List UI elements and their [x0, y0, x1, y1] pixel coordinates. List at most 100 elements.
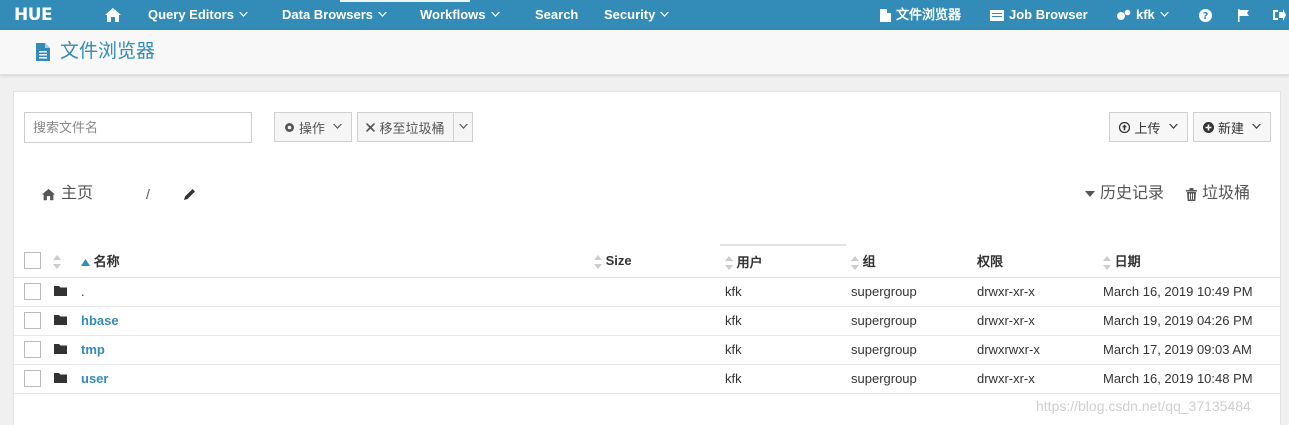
- chevron-down-icon: [238, 12, 248, 17]
- row-checkbox-cell[interactable]: [14, 335, 41, 365]
- file-date: March 17, 2019 09:03 AM: [1098, 335, 1280, 365]
- folder-icon: [54, 286, 67, 296]
- file-user: kfk: [720, 364, 846, 394]
- breadcrumb-root[interactable]: /: [146, 183, 150, 205]
- nav-query-editors[interactable]: Query Editors: [148, 0, 248, 30]
- top-navbar: HUE Query Editors Data Browsers Workflow…: [0, 0, 1289, 30]
- folder-icon: [54, 315, 67, 325]
- home-icon[interactable]: [104, 0, 122, 30]
- file-size: [594, 364, 720, 394]
- table-row[interactable]: . kfk supergroup drwxr-xr-x March 16, 20…: [14, 277, 1280, 307]
- file-link[interactable]: user: [81, 371, 108, 386]
- trash-icon: [1186, 187, 1197, 201]
- row-checkbox-cell[interactable]: [14, 277, 41, 307]
- row-checkbox[interactable]: [24, 312, 41, 330]
- nav-data-browsers[interactable]: Data Browsers: [282, 0, 388, 30]
- file-name[interactable]: user: [81, 364, 594, 394]
- history-link[interactable]: 历史记录: [1085, 183, 1164, 205]
- sort-ascending-icon: [81, 259, 90, 267]
- actions-button[interactable]: 操作: [274, 112, 352, 142]
- file-text-icon: [36, 43, 50, 61]
- file-name[interactable]: hbase: [81, 306, 594, 336]
- logout-icon[interactable]: [1273, 0, 1286, 30]
- row-checkbox[interactable]: [24, 370, 41, 388]
- file-name[interactable]: tmp: [81, 335, 594, 365]
- file-link[interactable]: hbase: [81, 313, 119, 328]
- chevron-down-icon: [378, 12, 388, 17]
- file-user: kfk: [720, 306, 846, 336]
- move-to-trash-button[interactable]: 移至垃圾桶: [357, 112, 454, 142]
- file-date: March 19, 2019 04:26 PM: [1098, 306, 1280, 336]
- sort-icon: [725, 256, 733, 271]
- new-button[interactable]: 新建: [1193, 112, 1271, 142]
- file-permissions: drwxr-xr-x: [972, 277, 1098, 307]
- gear-icon: [284, 122, 294, 132]
- files-table: 名称 Size 用户 组 权限 日期 . kfk supergroup drwx…: [14, 244, 1280, 394]
- date-column-header[interactable]: 日期: [1098, 245, 1280, 278]
- file-icon: [880, 8, 891, 22]
- table-row[interactable]: tmp kfk supergroup drwxrwxr-x March 17, …: [14, 335, 1280, 365]
- cogs-icon: [1117, 9, 1131, 20]
- watermark-text: https://blog.csdn.net/qq_37135484: [1036, 398, 1251, 414]
- file-group: supergroup: [846, 335, 972, 365]
- folder-icon-cell: [41, 306, 81, 336]
- file-group: supergroup: [846, 306, 972, 336]
- row-checkbox-cell[interactable]: [14, 306, 41, 336]
- caret-down-icon: [1085, 191, 1095, 197]
- file-permissions: drwxr-xr-x: [972, 306, 1098, 336]
- size-column-header[interactable]: Size: [594, 245, 720, 278]
- breadcrumb-home[interactable]: 主页: [41, 183, 93, 205]
- folder-icon: [54, 373, 67, 383]
- name-column-header[interactable]: 名称: [81, 245, 594, 278]
- group-column-header[interactable]: 组: [846, 245, 972, 278]
- folder-icon-cell: [41, 364, 81, 394]
- file-date: March 16, 2019 10:48 PM: [1098, 364, 1280, 394]
- user-column-header[interactable]: 用户: [720, 244, 846, 278]
- folder-icon: [54, 344, 67, 354]
- home-icon: [42, 188, 55, 200]
- edit-path-button[interactable]: [184, 183, 196, 205]
- help-icon[interactable]: ?: [1199, 0, 1212, 30]
- nav-security[interactable]: Security: [604, 0, 670, 30]
- file-size: [594, 306, 720, 336]
- row-checkbox[interactable]: [24, 341, 41, 359]
- file-group: supergroup: [846, 364, 972, 394]
- type-column-header[interactable]: [41, 245, 81, 278]
- table-row[interactable]: user kfk supergroup drwxr-xr-x March 16,…: [14, 364, 1280, 394]
- upload-button[interactable]: 上传: [1109, 112, 1188, 142]
- permissions-column-header[interactable]: 权限: [972, 245, 1098, 278]
- chevron-down-icon: [660, 12, 670, 17]
- row-checkbox-cell[interactable]: [14, 364, 41, 394]
- trash-link[interactable]: 垃圾桶: [1186, 183, 1250, 205]
- sort-icon: [53, 254, 61, 269]
- trash-options-toggle[interactable]: [453, 112, 473, 142]
- file-user: kfk: [720, 335, 846, 365]
- page-header: 文件浏览器: [0, 30, 1289, 75]
- row-checkbox[interactable]: [24, 283, 41, 301]
- nav-job-browser[interactable]: Job Browser: [990, 0, 1088, 30]
- chevron-down-icon: [490, 12, 500, 17]
- hue-logo[interactable]: HUE: [14, 7, 53, 24]
- file-name[interactable]: .: [81, 277, 594, 307]
- search-input[interactable]: [24, 112, 252, 143]
- nav-user-menu[interactable]: kfk: [1116, 0, 1169, 30]
- nav-file-browser[interactable]: 文件浏览器: [880, 0, 961, 30]
- file-date: March 16, 2019 10:49 PM: [1098, 277, 1280, 307]
- file-link[interactable]: tmp: [81, 342, 105, 357]
- page-title: 文件浏览器: [60, 41, 156, 62]
- plus-circle-icon: [1202, 121, 1214, 133]
- svg-text:?: ?: [1203, 11, 1209, 22]
- file-size: [594, 277, 720, 307]
- table-row[interactable]: hbase kfk supergroup drwxr-xr-x March 19…: [14, 306, 1280, 336]
- nav-workflows[interactable]: Workflows: [420, 0, 500, 30]
- pencil-icon: [184, 189, 195, 200]
- select-all-checkbox[interactable]: [24, 252, 41, 270]
- flag-icon[interactable]: [1237, 0, 1250, 30]
- table-header-row: 名称 Size 用户 组 权限 日期: [14, 244, 1280, 278]
- nav-search[interactable]: Search: [535, 0, 578, 30]
- file-size: [594, 335, 720, 365]
- chevron-down-icon: [1159, 12, 1169, 17]
- file-group: supergroup: [846, 277, 972, 307]
- close-icon: [366, 122, 376, 132]
- select-all-checkbox-cell[interactable]: [14, 245, 41, 278]
